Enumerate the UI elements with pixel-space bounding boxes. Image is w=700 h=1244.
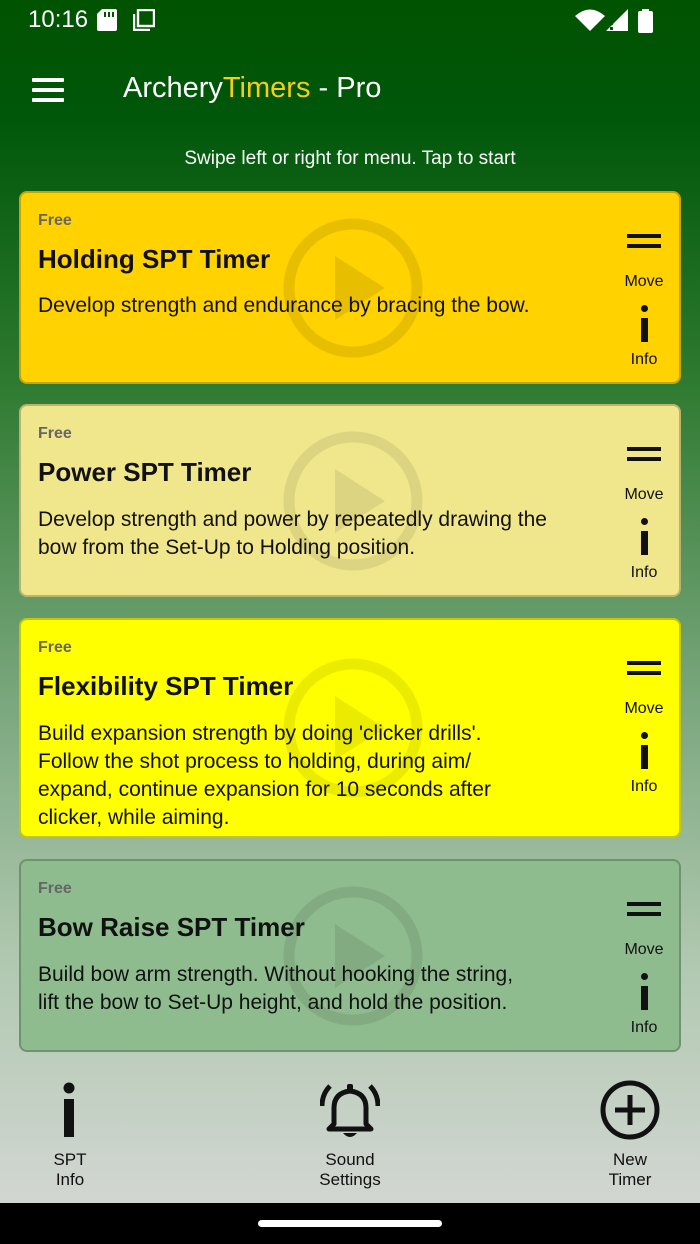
info-button[interactable]: Info xyxy=(611,305,677,375)
timer-card-flexibility[interactable]: Free Flexibility SPT Timer Build expansi… xyxy=(19,618,681,838)
status-time: 10:16 xyxy=(28,6,89,33)
info-button[interactable]: Info xyxy=(611,732,677,802)
drag-handle-icon-bottom xyxy=(627,912,661,916)
app-title: ArcheryTimers - Pro xyxy=(123,72,381,105)
sound-settings-line2: Settings xyxy=(319,1170,381,1189)
card-desc-line: expand, continue expansion for 10 second… xyxy=(38,778,491,801)
card-title: Power SPT Timer xyxy=(38,457,252,487)
app-title-timers: Timers xyxy=(222,72,311,104)
spt-info-label: SPT Info xyxy=(30,1150,110,1190)
timer-card-bow-raise[interactable]: Free Bow Raise SPT Timer Build bow arm s… xyxy=(19,859,681,1052)
sound-settings-label: Sound Settings xyxy=(300,1150,400,1190)
drag-handle-icon xyxy=(627,661,661,665)
play-icon xyxy=(283,218,423,358)
info-button[interactable]: Info xyxy=(611,518,677,588)
bell-alarm-icon xyxy=(320,1084,380,1137)
info-icon xyxy=(641,518,648,525)
drag-handle-icon-bottom xyxy=(627,244,661,248)
info-icon xyxy=(63,1082,75,1137)
card-badge: Free xyxy=(38,212,72,229)
move-button[interactable]: Move xyxy=(611,656,677,717)
info-icon-stem xyxy=(641,531,648,555)
move-label: Move xyxy=(624,941,664,958)
app-title-pro: - Pro xyxy=(310,72,382,104)
drag-handle-icon-bottom xyxy=(627,457,661,461)
info-label: Info xyxy=(630,351,658,368)
card-desc-line: bow from the Set-Up to Holding position. xyxy=(38,536,416,559)
sound-settings-line1: Sound xyxy=(325,1150,375,1169)
app-bar: ArcheryTimers - Pro xyxy=(0,50,700,130)
card-title: Flexibility SPT Timer xyxy=(38,671,294,701)
spt-info-line2: Info xyxy=(55,1170,85,1189)
new-timer-line1: New xyxy=(612,1150,647,1169)
hamburger-icon-bottom xyxy=(32,98,64,102)
new-timer-label: New Timer xyxy=(585,1150,675,1190)
signal-icon xyxy=(606,9,628,31)
card-desc-line: lift the bow to Set-Up height, and hold … xyxy=(38,991,508,1014)
info-button[interactable]: Info xyxy=(611,973,677,1043)
card-description: Develop strength and power by repeatedly… xyxy=(38,506,623,562)
gesture-handle[interactable] xyxy=(258,1220,442,1227)
info-icon xyxy=(641,973,648,980)
hamburger-icon xyxy=(32,78,64,82)
move-button[interactable]: Move xyxy=(611,229,677,290)
new-timer-line2: Timer xyxy=(608,1170,652,1189)
app-title-archery: Archery xyxy=(123,72,223,104)
move-label: Move xyxy=(624,486,664,503)
timer-card-holding[interactable]: Free Holding SPT Timer Develop strength … xyxy=(19,191,681,384)
screenshot-icon xyxy=(133,9,155,31)
card-badge: Free xyxy=(38,639,72,656)
info-icon xyxy=(641,305,648,312)
card-desc-line: Build bow arm strength. Without hooking … xyxy=(38,963,514,986)
move-label: Move xyxy=(624,700,664,717)
card-desc-line: Develop strength and endurance by bracin… xyxy=(38,294,530,317)
move-label: Move xyxy=(624,273,664,290)
card-desc-line: clicker, while aiming. xyxy=(38,806,230,829)
spt-info-button[interactable]: SPT Info xyxy=(30,1068,110,1198)
move-button[interactable]: Move xyxy=(611,897,677,958)
bottom-nav: SPT Info Sound Settings New Timer xyxy=(0,1068,700,1203)
swipe-hint: Swipe left or right for menu. Tap to sta… xyxy=(184,148,516,169)
info-icon-stem xyxy=(641,318,648,342)
drag-handle-icon-bottom xyxy=(627,671,661,675)
card-title: Holding SPT Timer xyxy=(38,244,271,274)
info-icon xyxy=(641,732,648,739)
menu-button[interactable] xyxy=(24,68,72,112)
move-button[interactable]: Move xyxy=(611,442,677,503)
info-label: Info xyxy=(630,564,658,581)
card-title: Bow Raise SPT Timer xyxy=(38,912,305,942)
battery-icon xyxy=(638,9,653,33)
card-description: Build bow arm strength. Without hooking … xyxy=(38,961,623,1017)
info-label: Info xyxy=(630,1019,658,1036)
sound-settings-button[interactable]: Sound Settings xyxy=(300,1068,400,1198)
wifi-icon xyxy=(575,9,605,31)
hamburger-icon-middle xyxy=(32,88,64,92)
status-bar: 10:16 xyxy=(0,0,700,40)
app-screen: 10:16 ArcheryTimers - Pro Swipe left or … xyxy=(0,0,700,1203)
drag-handle-icon xyxy=(627,234,661,238)
info-icon-stem xyxy=(641,986,648,1010)
card-desc-line: Follow the shot process to holding, duri… xyxy=(38,750,472,773)
info-label: Info xyxy=(630,778,658,795)
sd-card-icon xyxy=(97,9,117,31)
card-badge: Free xyxy=(38,880,72,897)
spt-info-line1: SPT xyxy=(53,1150,87,1169)
card-description: Develop strength and endurance by bracin… xyxy=(38,292,623,320)
card-description: Build expansion strength by doing 'click… xyxy=(38,720,623,832)
timer-card-power[interactable]: Free Power SPT Timer Develop strength an… xyxy=(19,404,681,597)
card-badge: Free xyxy=(38,425,72,442)
card-desc-line: Build expansion strength by doing 'click… xyxy=(38,722,482,745)
add-circle-icon xyxy=(600,1080,660,1140)
drag-handle-icon xyxy=(627,447,661,451)
drag-handle-icon xyxy=(627,902,661,906)
info-icon-stem xyxy=(641,745,648,769)
new-timer-button[interactable]: New Timer xyxy=(585,1068,675,1198)
card-desc-line: Develop strength and power by repeatedly… xyxy=(38,508,547,531)
